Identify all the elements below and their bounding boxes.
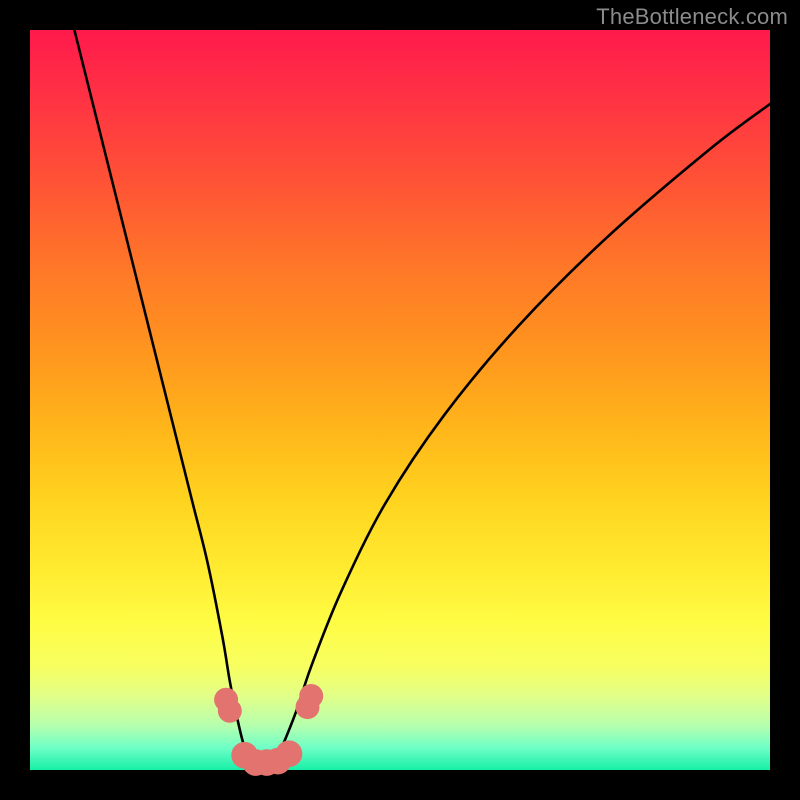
watermark-text: TheBottleneck.com	[596, 4, 788, 30]
curve-markers	[214, 684, 323, 776]
curve-marker	[276, 740, 303, 767]
chart-frame: TheBottleneck.com	[0, 0, 800, 800]
plot-area	[30, 30, 770, 770]
bottleneck-curve	[74, 30, 770, 771]
curve-marker	[218, 699, 242, 723]
curve-marker	[299, 684, 323, 708]
curve-svg	[30, 30, 770, 770]
